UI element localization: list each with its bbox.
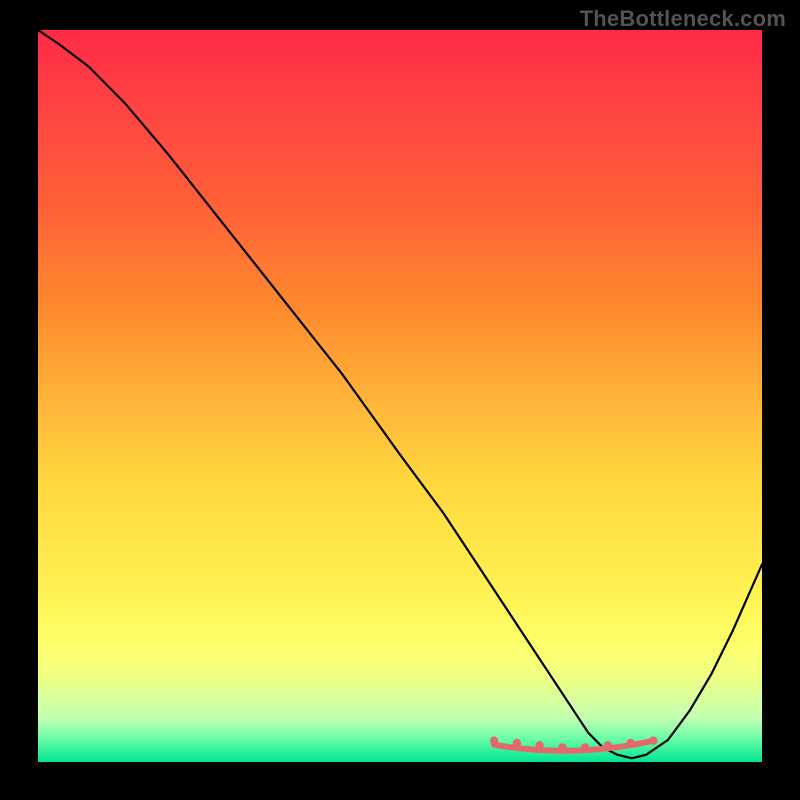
bottleneck-curve-line — [38, 30, 762, 758]
highlight-dot — [513, 739, 521, 747]
chart-plot-area — [38, 30, 762, 762]
highlight-dot — [604, 741, 612, 749]
chart-svg-overlay — [38, 30, 762, 762]
highlight-dot — [490, 737, 498, 745]
highlight-dot — [535, 741, 543, 749]
highlight-dot — [558, 743, 566, 751]
highlight-dot — [649, 737, 657, 745]
watermark-text: TheBottleneck.com — [580, 6, 786, 32]
highlight-dot — [626, 739, 634, 747]
highlight-dot — [581, 743, 589, 751]
